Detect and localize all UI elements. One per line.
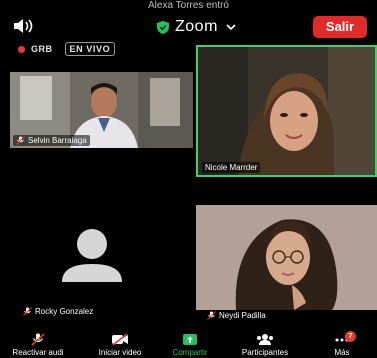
participants-label: Participantes [241, 348, 289, 357]
video-off-icon [112, 333, 128, 346]
participant-name-tag: Selvin Barraiaga [13, 135, 90, 146]
video-tile-2-active-speaker[interactable]: Nicole Marrder [196, 45, 377, 177]
recording-indicator: GRB EN VIVO [18, 42, 116, 56]
app-name: Zoom [175, 18, 218, 35]
participant-video [196, 205, 377, 310]
participant-name: Rocky Gonzalez [35, 307, 94, 316]
unmute-label: Reactivar audi [12, 348, 64, 357]
notification-badge: 7 [345, 331, 356, 342]
more-button[interactable]: 7 Más [322, 331, 362, 358]
meeting-toolbar: Reactivar audi Iniciar video Compartir P… [0, 331, 377, 358]
participants-button[interactable]: Participantes [230, 333, 300, 358]
participant-name: Nicole Marrder [205, 163, 258, 172]
muted-mic-icon [31, 333, 45, 346]
participant-name: Neydi Padilla [219, 311, 266, 320]
leave-button[interactable]: Salir [313, 16, 367, 38]
muted-mic-icon [16, 136, 25, 145]
top-bar: Zoom Salir [0, 14, 377, 40]
start-video-label: Iniciar video [98, 348, 142, 357]
participant-name-tag: Nicole Marrder [202, 162, 261, 173]
meeting-title[interactable]: Zoom [157, 17, 236, 37]
share-label: Compartir [172, 348, 208, 357]
participant-name-tag: Rocky Gonzalez [20, 306, 96, 317]
unmute-button[interactable]: Reactivar audi [6, 333, 70, 358]
video-tile-3[interactable]: Rocky Gonzalez [10, 198, 193, 318]
participants-icon [257, 334, 273, 345]
shield-icon [157, 20, 169, 34]
recording-dot-icon [18, 45, 25, 53]
participant-video [198, 47, 375, 175]
muted-mic-icon [207, 311, 216, 320]
more-label: Más [334, 348, 350, 357]
share-button[interactable]: Compartir [165, 333, 215, 358]
participant-name: Selvin Barraiaga [28, 136, 87, 145]
muted-mic-icon [23, 307, 32, 316]
participant-name-tag: Neydi Padilla [204, 310, 269, 321]
join-notification: Alexa Torres entró [148, 0, 229, 11]
recording-label: GRB [31, 44, 53, 54]
video-tile-4[interactable] [196, 205, 377, 310]
live-badge: EN VIVO [64, 42, 116, 56]
video-tile-1[interactable]: Selvin Barraiaga [10, 72, 193, 148]
share-screen-icon [183, 334, 197, 345]
start-video-button[interactable]: Iniciar video [88, 333, 152, 358]
speaker-icon[interactable] [12, 17, 34, 35]
chevron-down-icon [226, 24, 236, 31]
avatar-placeholder-icon [62, 229, 122, 282]
